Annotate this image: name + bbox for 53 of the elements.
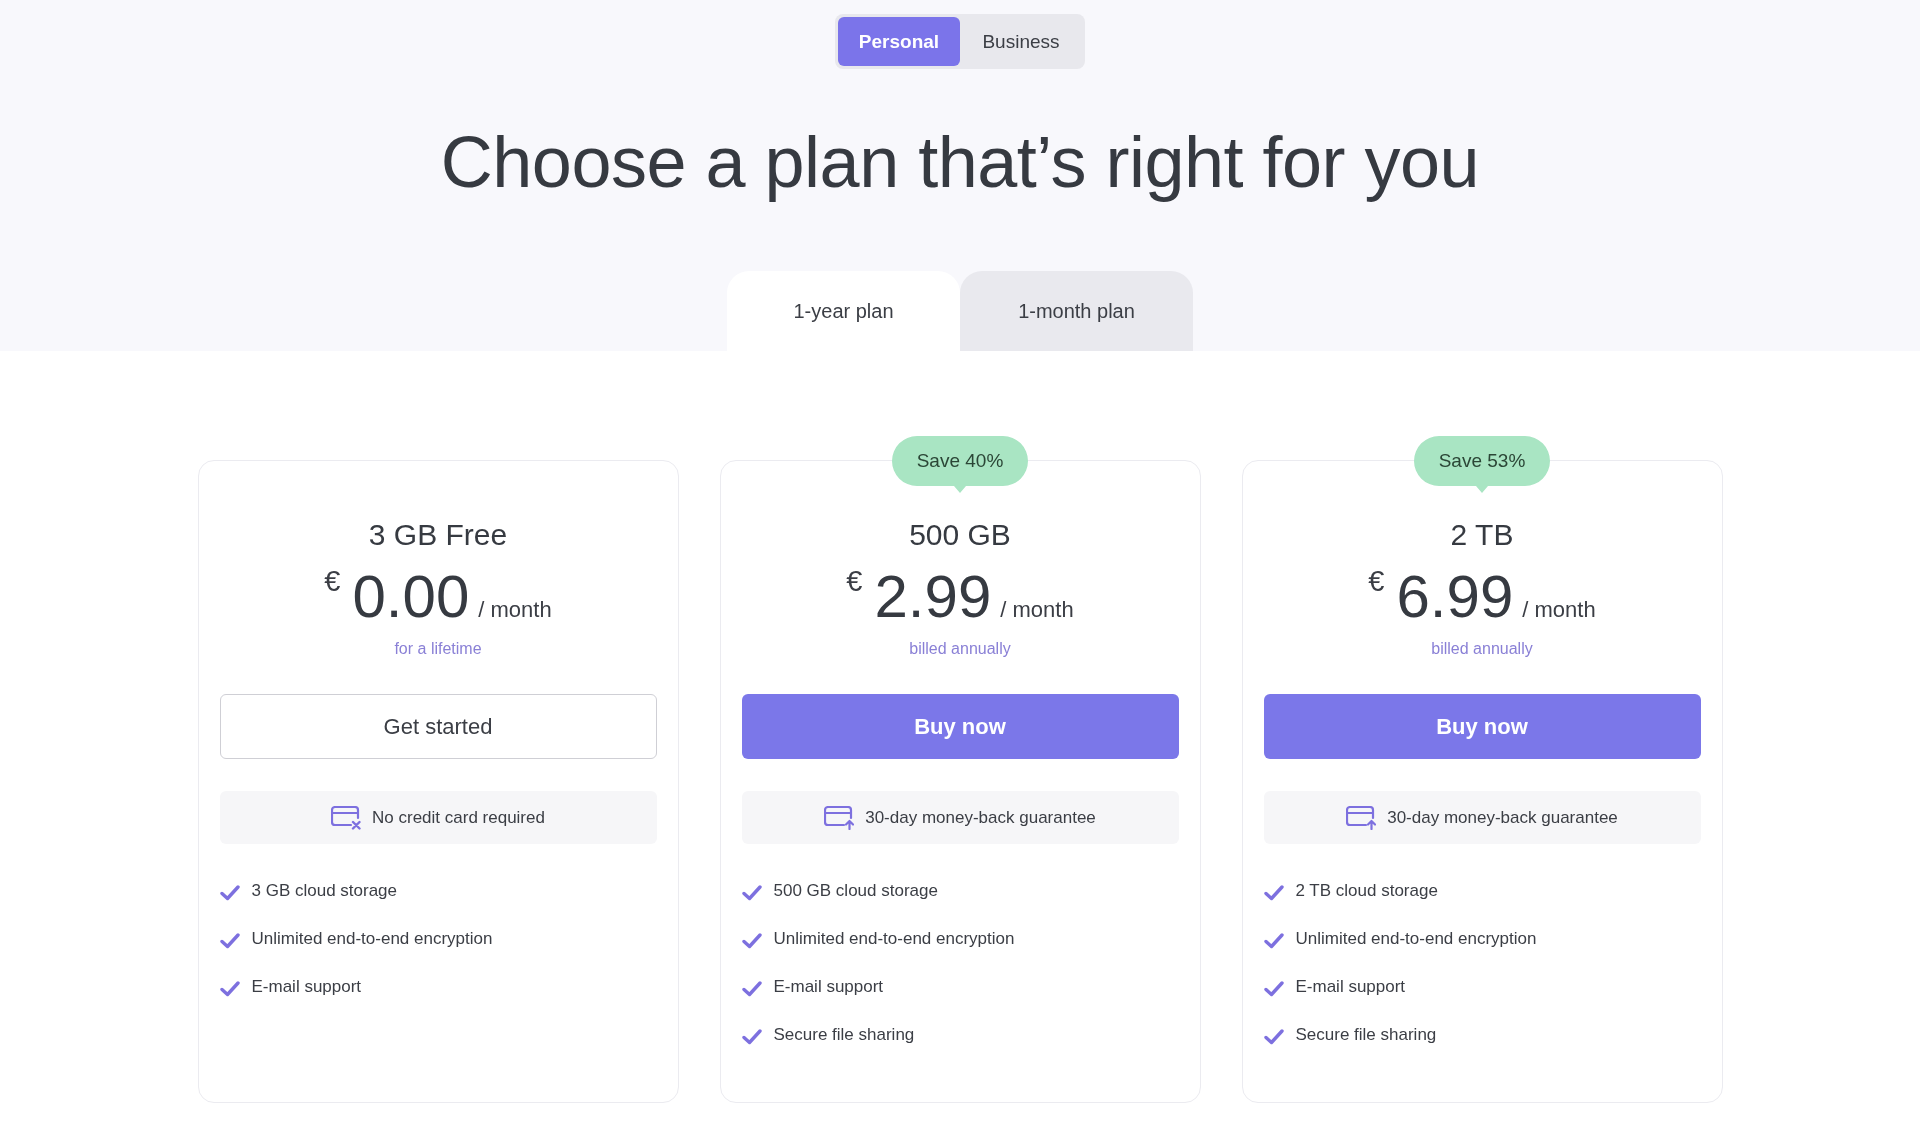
billing-note: billed annually [1431, 639, 1533, 659]
feature-text: Unlimited end-to-end encryption [1295, 929, 1537, 949]
currency-symbol: € [1368, 567, 1385, 596]
get-started-button[interactable]: Get started [219, 694, 657, 759]
feature-text: 2 TB cloud storage [1295, 881, 1438, 901]
currency-symbol: € [324, 567, 341, 596]
feature-text: E-mail support [773, 977, 884, 997]
buy-now-button[interactable]: Buy now [741, 694, 1179, 759]
feature-text: 500 GB cloud storage [773, 881, 938, 901]
check-icon [219, 933, 240, 949]
discount-badge: Save 53% [1414, 436, 1550, 494]
plan-name: 3 GB Free [368, 517, 508, 553]
info-text: No credit card required [372, 807, 545, 828]
check-icon [741, 1029, 762, 1045]
card-arrow-icon [824, 805, 855, 830]
billing-note: billed annually [909, 639, 1011, 659]
check-icon [1263, 1029, 1284, 1045]
page-heading: Choose a plan that’s right for you [440, 121, 1480, 204]
check-icon [1263, 933, 1284, 949]
feature-text: Unlimited end-to-end encryption [251, 929, 493, 949]
billing-tab[interactable]: 1-month plan [960, 271, 1193, 351]
check-icon [1263, 981, 1284, 997]
feature-text: 3 GB cloud storage [251, 881, 398, 901]
price-period: / month [1000, 597, 1074, 623]
discount-badge: Save 40% [892, 436, 1028, 494]
billing-note: for a lifetime [394, 639, 482, 659]
feature-text: Unlimited end-to-end encryption [773, 929, 1015, 949]
card-cross-icon [331, 805, 362, 830]
price-amount: 6.99 [1396, 567, 1514, 627]
feature-text: E-mail support [251, 977, 362, 997]
check-icon [741, 981, 762, 997]
price-amount: 0.00 [352, 567, 470, 627]
segment-tab[interactable]: Personal [838, 17, 960, 66]
check-icon [741, 933, 762, 949]
feature-text: Secure file sharing [773, 1025, 915, 1045]
currency-symbol: € [846, 567, 863, 596]
feature-text: E-mail support [1295, 977, 1406, 997]
card-arrow-icon [1346, 805, 1377, 830]
price-period: / month [1522, 597, 1596, 623]
check-icon [741, 885, 762, 901]
check-icon [219, 981, 240, 997]
plan-name: 2 TB [1450, 517, 1514, 553]
billing-tab[interactable]: 1-year plan [727, 271, 960, 351]
price-amount: 2.99 [874, 567, 992, 627]
info-text: 30-day money-back guarantee [1387, 807, 1618, 828]
info-text: 30-day money-back guarantee [865, 807, 1096, 828]
price-period: / month [478, 597, 552, 623]
check-icon [1263, 885, 1284, 901]
check-icon [219, 885, 240, 901]
feature-text: Secure file sharing [1295, 1025, 1437, 1045]
buy-now-button[interactable]: Buy now [1263, 694, 1701, 759]
segment-tab[interactable]: Business [960, 17, 1082, 66]
plan-name: 500 GB [909, 517, 1011, 553]
